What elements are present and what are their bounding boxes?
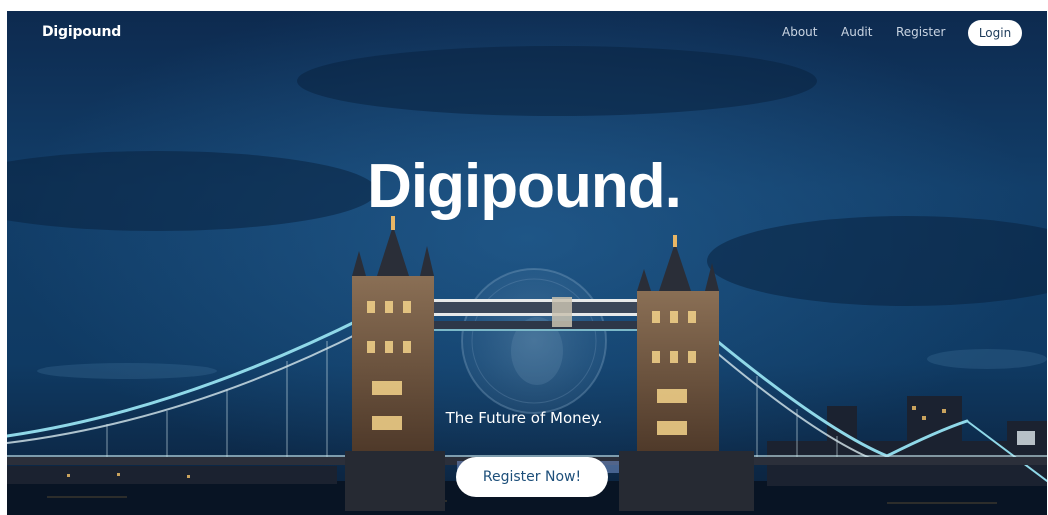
login-button[interactable]: Login — [968, 20, 1022, 46]
top-navbar: Digipound About Audit Register Login — [7, 11, 1047, 57]
register-now-button[interactable]: Register Now! — [456, 457, 608, 497]
pound-coin-watermark — [461, 268, 607, 414]
nav-link-about[interactable]: About — [782, 25, 817, 39]
hero-section: Digipound About Audit Register Login Dig… — [7, 11, 1047, 515]
left-tower — [345, 216, 445, 511]
nav-link-register[interactable]: Register — [896, 25, 945, 39]
brand-logo[interactable]: Digipound — [42, 24, 121, 40]
tower-bridge-background — [7, 11, 1047, 515]
hero-tagline: The Future of Money. — [445, 409, 603, 427]
hero-title: Digipound. — [367, 152, 682, 221]
nav-link-audit[interactable]: Audit — [841, 25, 872, 39]
